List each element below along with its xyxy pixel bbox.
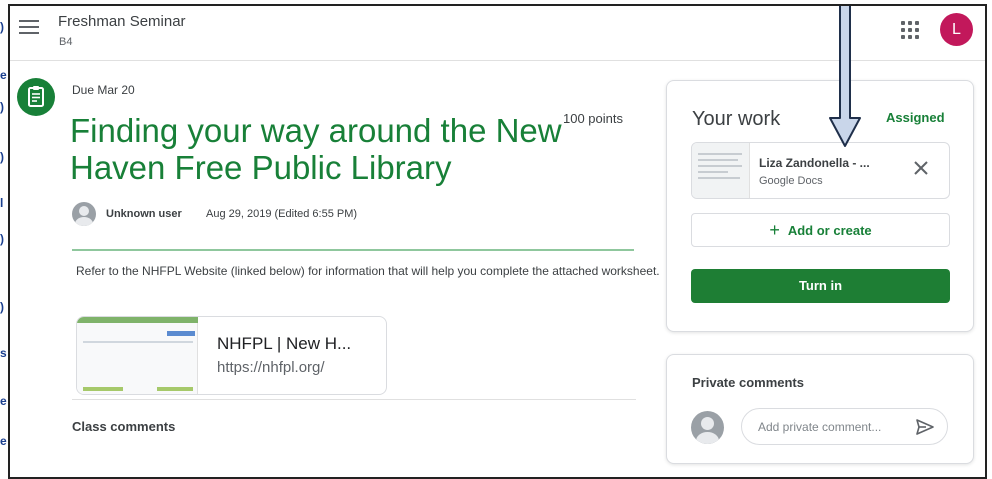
- attached-file-card[interactable]: Liza Zandonella - ... Google Docs: [691, 142, 950, 199]
- author-avatar: [72, 202, 96, 226]
- edge-glyph: ): [0, 20, 4, 34]
- user-avatar: [691, 411, 724, 444]
- edge-glyph: ): [0, 150, 4, 164]
- edge-glyph: ): [0, 232, 4, 246]
- edge-glyph: ): [0, 300, 4, 314]
- plus-icon: +: [769, 220, 780, 240]
- edge-glyph: e: [0, 68, 7, 82]
- down-arrow-annotation: [828, 6, 862, 150]
- account-avatar[interactable]: L: [940, 13, 973, 46]
- edge-glyph: ): [0, 100, 4, 114]
- add-or-create-button[interactable]: + Add or create: [691, 213, 950, 247]
- private-comments-card: Private comments: [666, 354, 974, 464]
- assignment-title: Finding your way around the New Haven Fr…: [70, 112, 562, 186]
- link-thumbnail: [77, 317, 198, 394]
- file-thumbnail: [692, 143, 750, 198]
- private-comments-title: Private comments: [692, 375, 804, 390]
- assignment-description: Refer to the NHFPL Website (linked below…: [76, 264, 660, 278]
- hamburger-menu-icon[interactable]: [19, 20, 39, 36]
- divider: [72, 249, 634, 251]
- link-attachment-card[interactable]: NHFPL | New H... https://nhfpl.org/: [76, 316, 387, 395]
- turn-in-button[interactable]: Turn in: [691, 269, 950, 303]
- send-icon[interactable]: [915, 417, 935, 437]
- status-badge: Assigned: [886, 110, 945, 125]
- close-icon[interactable]: [911, 158, 931, 178]
- class-name[interactable]: Freshman Seminar: [58, 13, 186, 30]
- file-type: Google Docs: [759, 175, 823, 187]
- your-work-title: Your work: [692, 108, 781, 130]
- post-date: Aug 29, 2019 (Edited 6:55 PM): [206, 208, 358, 220]
- link-title[interactable]: NHFPL | New H...: [217, 334, 351, 354]
- class-comments-label: Class comments: [72, 419, 176, 434]
- add-or-create-label: Add or create: [787, 223, 872, 238]
- assignment-icon: [17, 78, 55, 116]
- page-edge-strip: ) e ) ) l ) ) s e e: [0, 0, 8, 479]
- apps-grid-icon[interactable]: [901, 21, 919, 39]
- divider: [72, 399, 636, 400]
- file-name[interactable]: Liza Zandonella - ...: [759, 156, 870, 170]
- edge-glyph: e: [0, 434, 7, 448]
- edge-glyph: s: [0, 346, 7, 360]
- class-section: B4: [59, 36, 73, 48]
- classroom-window: Freshman Seminar B4 L Due Mar 20 100 poi…: [8, 4, 987, 479]
- your-work-card: Your work Assigned Liza Zandonella - ...…: [666, 80, 974, 332]
- edge-glyph: l: [0, 196, 4, 210]
- due-date: Due Mar 20: [72, 83, 135, 97]
- edge-glyph: e: [0, 394, 7, 408]
- author-name: Unknown user: [106, 208, 182, 220]
- link-url[interactable]: https://nhfpl.org/: [217, 359, 325, 376]
